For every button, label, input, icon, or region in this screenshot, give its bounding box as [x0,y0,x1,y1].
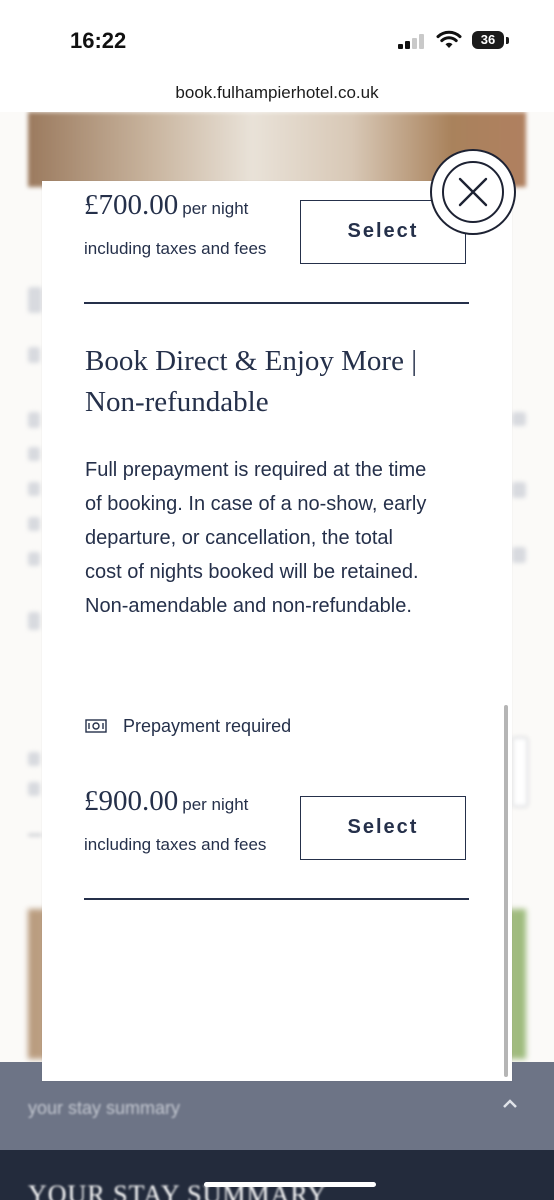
close-button[interactable] [430,149,516,235]
bg-blurred-text [28,552,40,566]
bg-blurred-divider [28,834,42,836]
rates-modal: £700.00 per night including taxes and fee… [42,181,512,1081]
status-bar: 16:22 36 [0,0,554,80]
rate-divider [84,302,469,304]
bg-blurred-button [512,737,528,807]
bg-blurred-text [28,517,40,531]
rate-2-description: Full prepayment is required at the time … [85,459,427,617]
rate-2-per-night: per night [182,795,249,814]
cellular-signal-icon [398,33,426,49]
bg-blurred-text [28,447,40,461]
rate-2-taxes-note: including taxes and fees [84,835,267,854]
status-time: 16:22 [70,28,127,53]
close-icon [458,177,488,207]
url-text: book.fulhampierhotel.co.uk [175,83,379,102]
bg-blurred-text [512,412,526,426]
bg-blurred-text [28,482,40,496]
battery-icon: 36 [472,31,504,49]
rate-2-price: £900.00 per night [84,785,248,818]
modal-scrollbar[interactable] [504,705,508,1077]
rate-2-price-amount: £900.00 [84,785,179,817]
bg-blurred-text [512,482,526,498]
money-icon [85,719,107,733]
rate-1-taxes-note: including taxes and fees [84,239,267,258]
bg-blurred-text [28,347,40,363]
browser-url-bar[interactable]: book.fulhampierhotel.co.uk [0,80,554,113]
bg-blurred-text [28,287,42,313]
bg-blurred-text [512,547,526,563]
rate-1-per-night: per night [182,199,249,218]
stay-summary-bar-label: your stay summary [28,1098,181,1118]
rate-2-select-button[interactable]: Select [300,796,466,860]
prepayment-label: Prepayment required [123,716,292,736]
rate-2-title: Book Direct & Enjoy More | Non-refundabl… [85,345,417,418]
bg-blurred-text [28,612,40,630]
rate-2-price-row: £900.00 per night including taxes and fee… [84,777,512,867]
bg-blurred-text [28,412,40,428]
rate-1-price-amount: £700.00 [84,189,179,221]
bg-blurred-text [28,782,40,796]
chevron-up-icon[interactable] [502,1096,518,1112]
rate-1-price: £700.00 per night [84,189,248,222]
home-indicator [204,1182,376,1187]
wifi-icon [436,30,462,48]
stay-summary-panel: YOUR STAY SUMMARY [0,1150,554,1200]
battery-tip [506,37,509,44]
bg-blurred-text [28,752,40,766]
rate-divider [84,898,469,900]
